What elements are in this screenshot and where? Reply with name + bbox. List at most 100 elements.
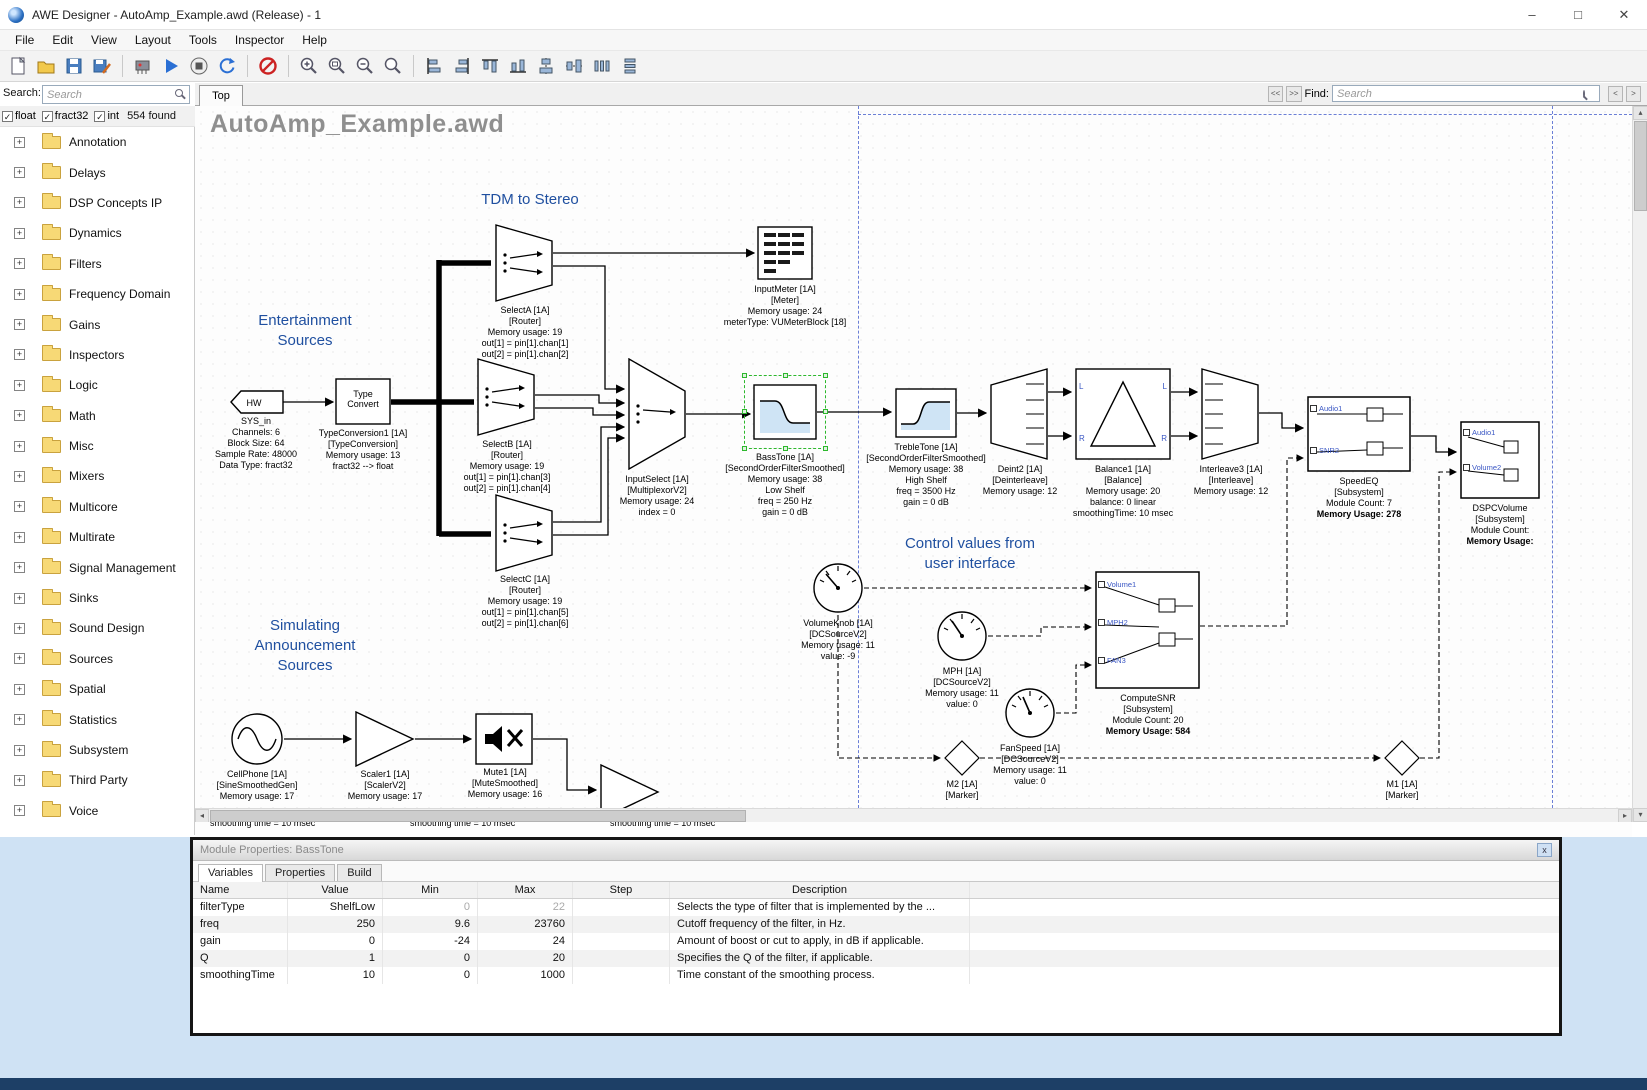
block-type-conversion1[interactable]: Type Convert: [335, 378, 391, 430]
library-folder-math[interactable]: +Math: [0, 401, 194, 431]
hardware-profile-icon[interactable]: [130, 53, 156, 79]
expand-icon[interactable]: +: [14, 501, 25, 512]
find-next-button[interactable]: >: [1626, 86, 1641, 102]
zoom-out-icon[interactable]: [352, 53, 378, 79]
table-row-gain[interactable]: gain 0 -24 24 Amount of boost or cut to …: [193, 933, 1559, 950]
library-folder-delays[interactable]: +Delays: [0, 157, 194, 187]
expand-icon[interactable]: +: [14, 775, 25, 786]
save-file-icon[interactable]: [61, 53, 87, 79]
stop-icon[interactable]: [186, 53, 212, 79]
align-left-icon[interactable]: [421, 53, 447, 79]
tab-properties[interactable]: Properties: [265, 864, 335, 881]
menu-inspector[interactable]: Inspector: [226, 33, 293, 47]
canvas-vertical-scrollbar[interactable]: ▴ ▾: [1632, 106, 1647, 822]
center-vertical-icon[interactable]: [561, 53, 587, 79]
module-search-input[interactable]: [42, 85, 190, 104]
library-folder-multicore[interactable]: +Multicore: [0, 492, 194, 522]
library-folder-annotation[interactable]: +Annotation: [0, 127, 194, 157]
halt-icon[interactable]: [255, 53, 281, 79]
library-folder-gains[interactable]: +Gains: [0, 309, 194, 339]
int-checkbox[interactable]: ✓: [94, 111, 105, 122]
menu-edit[interactable]: Edit: [43, 33, 82, 47]
expand-icon[interactable]: +: [14, 532, 25, 543]
block-partial-scaler[interactable]: [600, 764, 660, 808]
block-scaler1[interactable]: [355, 711, 415, 772]
expand-icon[interactable]: +: [14, 380, 25, 391]
find-input[interactable]: [1332, 85, 1600, 102]
expand-icon[interactable]: +: [14, 167, 25, 178]
expand-icon[interactable]: +: [14, 319, 25, 330]
block-input-select[interactable]: [628, 358, 686, 475]
library-folder-sound-design[interactable]: +Sound Design: [0, 613, 194, 643]
block-m2[interactable]: [944, 740, 980, 781]
block-mute1[interactable]: [475, 713, 533, 770]
find-prev-all-button[interactable]: <<: [1268, 86, 1283, 102]
expand-icon[interactable]: +: [14, 228, 25, 239]
save-as-icon[interactable]: [89, 53, 115, 79]
vertical-scroll-thumb[interactable]: [1634, 121, 1647, 211]
menu-tools[interactable]: Tools: [180, 33, 226, 47]
expand-icon[interactable]: +: [14, 349, 25, 360]
expand-icon[interactable]: +: [14, 714, 25, 725]
find-next-all-button[interactable]: >>: [1286, 86, 1301, 102]
library-folder-frequency-domain[interactable]: +Frequency Domain: [0, 279, 194, 309]
expand-icon[interactable]: +: [14, 684, 25, 695]
tab-top[interactable]: Top: [199, 85, 243, 106]
block-deint2[interactable]: [990, 368, 1048, 465]
library-folder-multirate[interactable]: +Multirate: [0, 522, 194, 552]
block-speed-eq[interactable]: Audio1 SNR2: [1307, 396, 1411, 477]
design-canvas[interactable]: AutoAmp_Example.awd: [195, 106, 1632, 808]
scroll-left-arrow[interactable]: ◂: [195, 809, 209, 823]
block-select-a[interactable]: [495, 224, 553, 307]
table-row-q[interactable]: Q 1 0 20 Specifies the Q of the filter, …: [193, 950, 1559, 967]
menu-layout[interactable]: Layout: [126, 33, 180, 47]
menu-file[interactable]: File: [6, 33, 43, 47]
horizontal-scroll-thumb[interactable]: [210, 810, 746, 822]
tab-build[interactable]: Build: [337, 864, 381, 881]
maximize-button[interactable]: □: [1555, 0, 1601, 30]
expand-icon[interactable]: +: [14, 805, 25, 816]
block-interleave3[interactable]: [1201, 368, 1259, 465]
zoom-select-icon[interactable]: [380, 53, 406, 79]
block-m1[interactable]: [1384, 740, 1420, 781]
block-dspc-volume[interactable]: Audio1 Volume2: [1460, 421, 1540, 504]
distribute-vertical-icon[interactable]: [617, 53, 643, 79]
library-folder-mixers[interactable]: +Mixers: [0, 461, 194, 491]
scroll-up-arrow[interactable]: ▴: [1633, 106, 1647, 120]
expand-icon[interactable]: +: [14, 441, 25, 452]
block-compute-snr[interactable]: Volume1 MPH2 FAN3: [1095, 571, 1200, 694]
table-row-smoothingtime[interactable]: smoothingTime 10 0 1000 Time constant of…: [193, 967, 1559, 984]
menu-view[interactable]: View: [82, 33, 126, 47]
scroll-down-arrow[interactable]: ▾: [1633, 808, 1647, 822]
block-treble-tone[interactable]: [895, 388, 957, 443]
expand-icon[interactable]: +: [14, 653, 25, 664]
block-mph[interactable]: [936, 610, 988, 667]
block-cell-phone[interactable]: [230, 712, 284, 771]
expand-icon[interactable]: +: [14, 258, 25, 269]
float-checkbox[interactable]: ✓: [2, 111, 13, 122]
expand-icon[interactable]: +: [14, 289, 25, 300]
zoom-fit-icon[interactable]: [324, 53, 350, 79]
scroll-right-arrow[interactable]: ▸: [1618, 809, 1632, 823]
library-folder-sinks[interactable]: +Sinks: [0, 583, 194, 613]
library-folder-third-party[interactable]: +Third Party: [0, 765, 194, 795]
library-folder-logic[interactable]: +Logic: [0, 370, 194, 400]
open-file-icon[interactable]: [33, 53, 59, 79]
expand-icon[interactable]: +: [14, 197, 25, 208]
block-select-c[interactable]: [495, 494, 553, 577]
library-folder-inspectors[interactable]: +Inspectors: [0, 340, 194, 370]
close-panel-icon[interactable]: x: [1537, 843, 1552, 857]
block-balance1[interactable]: L R L R: [1075, 368, 1171, 465]
align-top-icon[interactable]: [477, 53, 503, 79]
close-button[interactable]: ✕: [1601, 0, 1647, 30]
block-fan-speed[interactable]: [1004, 687, 1056, 744]
properties-header[interactable]: Module Properties: BassTone x: [193, 840, 1559, 861]
canvas-horizontal-scrollbar[interactable]: ◂ ▸: [195, 808, 1632, 822]
expand-icon[interactable]: +: [14, 745, 25, 756]
distribute-horizontal-icon[interactable]: [589, 53, 615, 79]
table-row-filtertype[interactable]: filterType ShelfLow 0 22 Selects the typ…: [193, 899, 1559, 916]
run-icon[interactable]: [158, 53, 184, 79]
fract32-checkbox[interactable]: ✓: [42, 111, 53, 122]
align-right-icon[interactable]: [449, 53, 475, 79]
zoom-in-icon[interactable]: [296, 53, 322, 79]
